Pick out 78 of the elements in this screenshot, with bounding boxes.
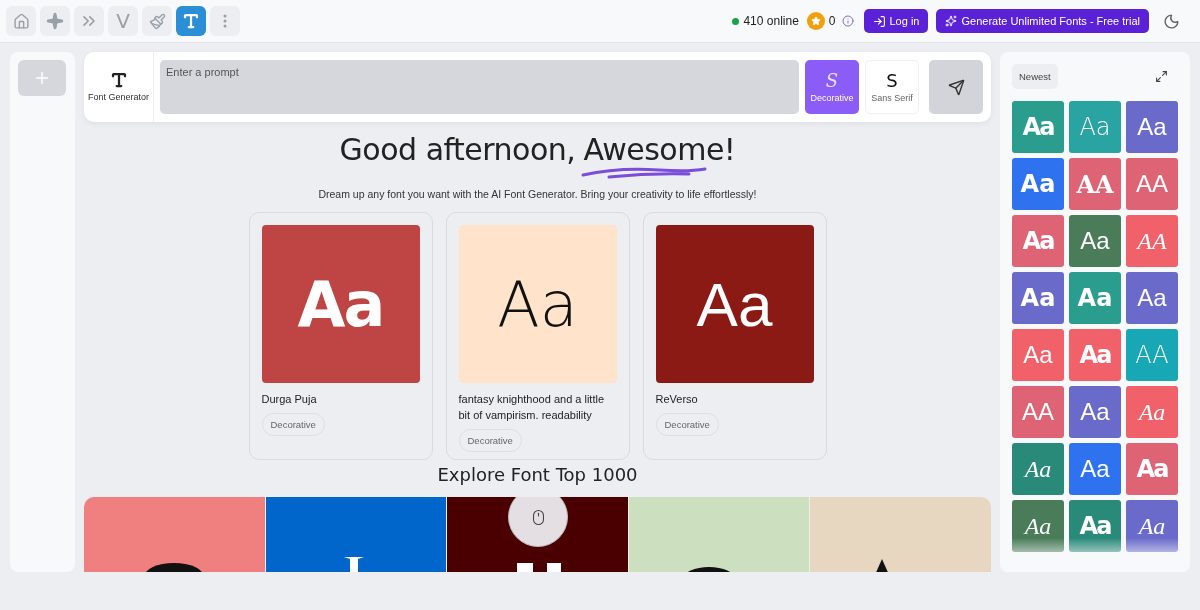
send-button[interactable] bbox=[929, 60, 983, 114]
font-name: ReVerso bbox=[655, 392, 699, 407]
sparkles-icon bbox=[945, 15, 958, 27]
glyph-shape-icon bbox=[874, 559, 891, 572]
online-count: 410 online bbox=[743, 14, 799, 28]
font-preview-tile[interactable] bbox=[84, 497, 265, 572]
font-preview-tile[interactable] bbox=[628, 497, 810, 572]
login-button[interactable]: Log in bbox=[863, 9, 929, 33]
font-tile[interactable]: Aa bbox=[1126, 443, 1178, 495]
font-card[interactable]: Aa ReVerso Decorative bbox=[642, 212, 827, 460]
font-icon bbox=[109, 70, 128, 89]
font-tile[interactable]: Aa bbox=[1126, 101, 1178, 153]
expand-icon[interactable] bbox=[1155, 70, 1168, 83]
sort-button[interactable]: Newest bbox=[1012, 64, 1058, 89]
user-name: Awesome! bbox=[583, 132, 736, 167]
subtitle: Dream up any font you want with the AI Font Generator. Bring your creativity to life effortlessly! bbox=[318, 188, 757, 200]
font-tile[interactable]: Aa bbox=[1069, 329, 1121, 381]
glyph-shape-icon bbox=[517, 563, 562, 572]
font-tile[interactable]: Aa bbox=[1012, 500, 1064, 552]
login-icon bbox=[872, 14, 886, 28]
more-icon bbox=[223, 14, 227, 28]
font-tile[interactable]: Aa bbox=[1012, 215, 1064, 267]
font-preview-tile[interactable] bbox=[810, 497, 991, 572]
font-tile[interactable]: AA bbox=[1126, 329, 1178, 381]
section-title: Explore Font Top 1000 bbox=[437, 464, 638, 485]
font-tile[interactable]: AA bbox=[1126, 215, 1178, 267]
font-preview: Aa bbox=[261, 225, 420, 383]
font-name: Durga Puja bbox=[261, 392, 318, 407]
greeting: Good afternoon, bbox=[339, 132, 576, 167]
glyph-shape-icon bbox=[144, 563, 204, 572]
brush-icon bbox=[148, 12, 166, 30]
font-tile[interactable]: AA bbox=[1069, 158, 1121, 210]
app-tab[interactable] bbox=[74, 6, 104, 36]
font-card[interactable]: Aa Durga Puja Decorative bbox=[248, 212, 433, 460]
font-name: fantasy knighthood and a little bit of vampirism. readability bbox=[458, 392, 606, 423]
prompt-field[interactable]: Enter a prompt bbox=[160, 60, 799, 114]
font-tile[interactable]: Aa bbox=[1012, 443, 1064, 495]
send-icon bbox=[947, 78, 965, 96]
app-tab[interactable] bbox=[176, 6, 206, 36]
font-tile[interactable]: Aa bbox=[1012, 158, 1064, 210]
font-style-option[interactable]: S Decorative bbox=[805, 60, 859, 114]
app-tab[interactable]: V bbox=[108, 6, 138, 36]
font-tile[interactable]: Aa bbox=[1069, 101, 1121, 153]
font-tile[interactable]: AA bbox=[1012, 386, 1064, 438]
online-dot bbox=[732, 17, 740, 25]
font-tile[interactable]: Aa bbox=[1069, 500, 1121, 552]
coin-icon bbox=[806, 12, 825, 30]
home-icon bbox=[12, 12, 30, 30]
info-icon[interactable] bbox=[841, 15, 854, 27]
font-tile[interactable]: Aa bbox=[1069, 443, 1121, 495]
app-tab[interactable] bbox=[210, 6, 240, 36]
dark-mode-icon[interactable] bbox=[1163, 12, 1180, 30]
font-card[interactable]: Aa fantasy knighthood and a little bit of vampirism. readability Decorative bbox=[445, 212, 630, 460]
font-preview-tile[interactable] bbox=[265, 497, 447, 572]
glyph-shape-icon bbox=[343, 557, 364, 572]
font-tile[interactable]: Aa bbox=[1126, 386, 1178, 438]
font-tile[interactable]: Aa bbox=[1069, 272, 1121, 324]
font-tile[interactable]: AA bbox=[1126, 158, 1178, 210]
coin-count: 0 bbox=[828, 14, 836, 28]
free-trial-button[interactable]: Generate Unlimited Fonts - Free trial bbox=[936, 9, 1149, 33]
font-preview: Aa bbox=[655, 225, 814, 383]
sparkle-icon bbox=[46, 12, 64, 30]
plus-icon bbox=[33, 69, 51, 87]
font-tile[interactable]: Aa bbox=[1012, 272, 1064, 324]
app-tab[interactable] bbox=[40, 6, 70, 36]
font-icon bbox=[182, 12, 200, 30]
font-tile[interactable]: Aa bbox=[1012, 329, 1064, 381]
font-style-option[interactable]: S Sans Serif bbox=[865, 60, 919, 114]
font-tile[interactable]: Aa bbox=[1126, 500, 1178, 552]
font-tile[interactable]: Aa bbox=[1069, 215, 1121, 267]
app-tab[interactable] bbox=[6, 6, 36, 36]
font-tile[interactable]: Aa bbox=[1012, 101, 1064, 153]
app-letter: V bbox=[116, 9, 130, 33]
app-tab[interactable] bbox=[142, 6, 172, 36]
font-generator-tool[interactable]: Font Generator bbox=[84, 52, 154, 122]
font-preview: Aa bbox=[458, 225, 617, 383]
font-tile[interactable]: Aa bbox=[1126, 272, 1178, 324]
font-tile[interactable]: Aa bbox=[1069, 386, 1121, 438]
